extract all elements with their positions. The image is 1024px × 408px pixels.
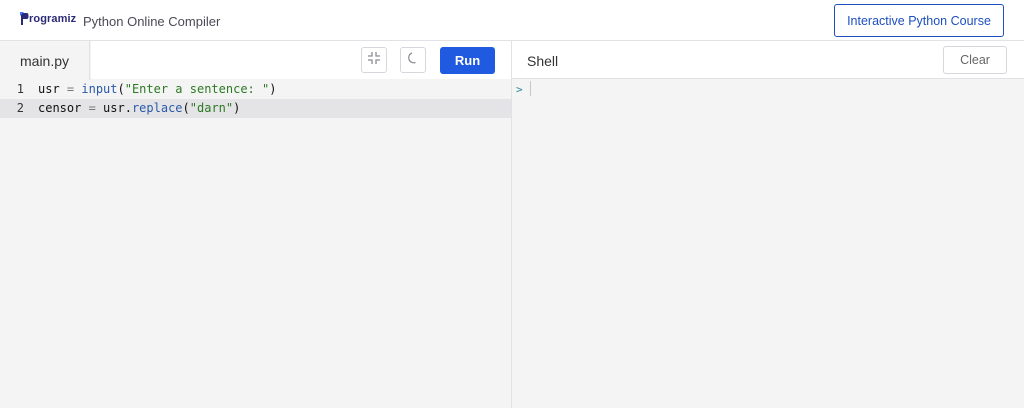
interactive-python-course-button[interactable]: Interactive Python Course [834,4,1004,37]
line-number: 1 [16,82,24,96]
code-text: censor = usr.replace("darn") [38,101,241,115]
programiz-logo-icon [20,12,29,26]
editor-header: main.py Run [0,41,511,80]
moon-icon [406,51,420,70]
line-number: 2 [16,101,24,115]
shell-header: Shell Clear [512,41,1024,79]
fullscreen-toggle-button[interactable] [361,47,387,73]
logo-wordmark: rogramiz [29,13,77,25]
shell-input-cursor[interactable] [530,81,531,96]
code-line: 1 usr = input("Enter a sentence: ") [0,80,511,99]
code-text: usr = input("Enter a sentence: ") [38,82,277,96]
collapse-icon [367,51,381,70]
clear-button[interactable]: Clear [943,46,1007,74]
run-button[interactable]: Run [440,47,495,74]
theme-toggle-button[interactable] [400,47,426,73]
app-title: Python Online Compiler [83,14,221,29]
programiz-logo[interactable]: rogramiz [20,12,76,26]
file-tab-main-py[interactable]: main.py [0,41,90,80]
shell-panel: Shell Clear > [512,41,1024,408]
code-line-active: 2 censor = usr.replace("darn") [0,99,511,118]
code-area[interactable]: 1 usr = input("Enter a sentence: ") 2 ce… [0,80,511,408]
top-bar: rogramiz Python Online Compiler Interact… [0,0,1024,41]
shell-title: Shell [527,53,559,69]
code-editor-panel: main.py Run 1 usr = input("Enter a sente… [0,41,511,408]
shell-prompt: > [516,83,523,96]
